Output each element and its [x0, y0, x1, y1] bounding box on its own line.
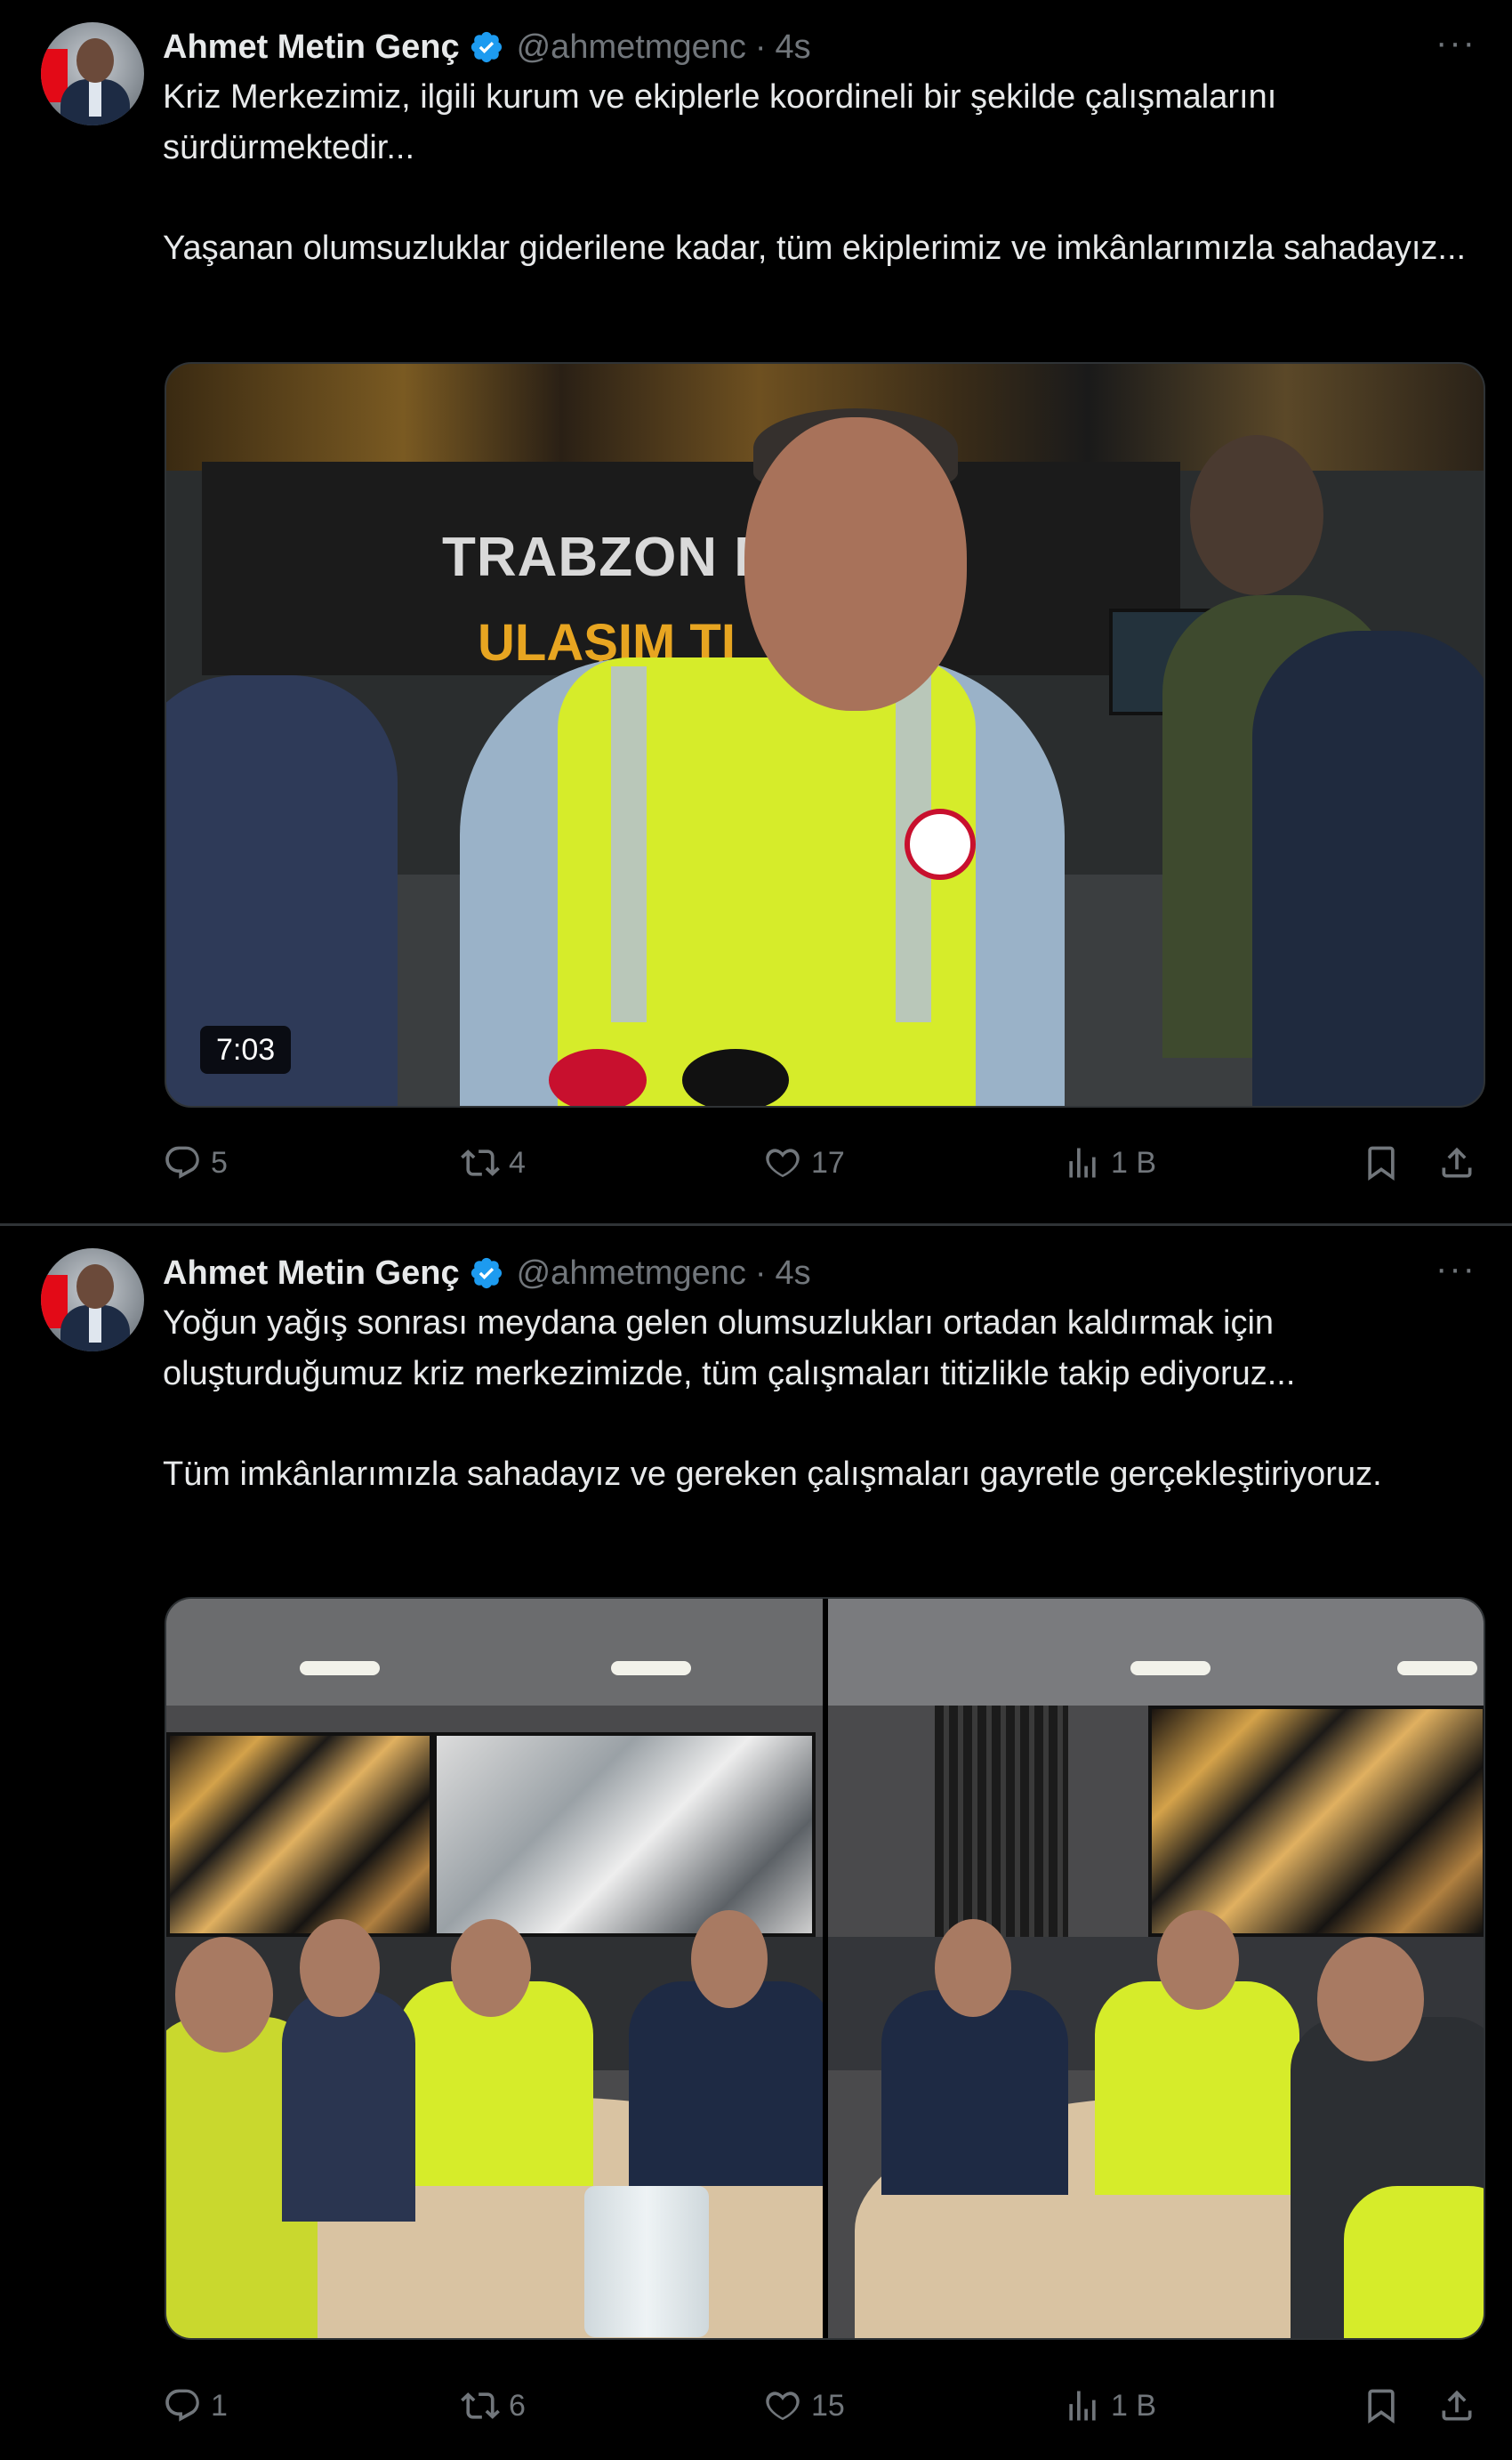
author-name[interactable]: Ahmet Metin Genç	[163, 28, 460, 67]
tweet-header: Ahmet Metin Genç @ahmetmgenc · 4s	[163, 25, 811, 69]
retweet-icon	[461, 1149, 500, 1176]
avatar[interactable]	[41, 1248, 144, 1351]
reply-icon	[165, 2389, 199, 2422]
action-bar: 1 6 15 1 B	[163, 2379, 1488, 2432]
tweet-text-paragraph: Kriz Merkezimiz, ilgili kurum ve ekipler…	[163, 78, 1277, 166]
author-name[interactable]: Ahmet Metin Genç	[163, 1254, 460, 1293]
views-chart-icon	[1069, 1148, 1096, 1178]
like-count: 17	[811, 1145, 845, 1180]
photo[interactable]	[166, 1599, 823, 2338]
retweet-count: 4	[509, 1145, 526, 1180]
action-bar: 5 4 17 1 B	[163, 1136, 1488, 1190]
views-count: 1 B	[1111, 2388, 1157, 2423]
views-chart-icon	[1069, 2391, 1096, 2421]
separator-dot: ·	[754, 28, 767, 66]
like-button[interactable]: 17	[763, 1136, 845, 1190]
retweet-count: 6	[509, 2388, 526, 2423]
author-handle[interactable]: @ahmetmgenc	[517, 1254, 746, 1293]
views-button[interactable]: 1 B	[1063, 2379, 1156, 2432]
retweet-icon	[461, 2392, 500, 2419]
video-duration-badge: 7:03	[200, 1026, 292, 1074]
tweet[interactable]: Ahmet Metin Genç @ahmetmgenc · 4s ··· Kr…	[0, 0, 1512, 1223]
more-options-icon[interactable]: ···	[1432, 25, 1480, 60]
views-count: 1 B	[1111, 1145, 1157, 1180]
views-button[interactable]: 1 B	[1063, 1136, 1156, 1190]
share-icon	[1442, 1147, 1472, 1178]
heart-icon	[766, 1149, 800, 1178]
tweet[interactable]: Ahmet Metin Genç @ahmetmgenc · 4s ··· Yo…	[0, 1226, 1512, 2460]
video-player[interactable]: TRABZON B ŞEH ULAŞIM TI 7:03	[165, 362, 1485, 1108]
bookmark-button[interactable]	[1362, 2379, 1401, 2432]
logo-badge	[905, 809, 976, 880]
tweet-header: Ahmet Metin Genç @ahmetmgenc · 4s	[163, 1251, 811, 1295]
retweet-button[interactable]: 4	[461, 1136, 526, 1190]
tweet-text-paragraph: Yoğun yağış sonrası meydana gelen olumsu…	[163, 1304, 1296, 1392]
photo[interactable]	[827, 1599, 1484, 2338]
bookmark-button[interactable]	[1362, 1136, 1401, 1190]
microphone	[549, 1049, 647, 1106]
share-button[interactable]	[1437, 1136, 1476, 1190]
avatar[interactable]	[41, 22, 144, 125]
timestamp[interactable]: 4s	[776, 1254, 811, 1293]
verified-badge-icon[interactable]	[469, 1255, 504, 1291]
microphone	[682, 1049, 789, 1106]
verified-badge-icon[interactable]	[469, 29, 504, 65]
author-handle[interactable]: @ahmetmgenc	[517, 28, 746, 67]
separator-dot: ·	[754, 1254, 767, 1292]
reply-button[interactable]: 1	[163, 2379, 228, 2432]
photo-grid	[165, 1597, 1485, 2340]
bookmark-icon	[1368, 1146, 1395, 1182]
timestamp[interactable]: 4s	[776, 28, 811, 67]
video-wall-sign: TRABZON B ŞEH ULAŞIM TI	[202, 462, 1180, 675]
share-icon	[1442, 2390, 1472, 2421]
share-button[interactable]	[1437, 2379, 1476, 2432]
more-options-icon[interactable]: ···	[1432, 1251, 1480, 1286]
like-count: 15	[811, 2388, 845, 2423]
reply-count: 5	[211, 1145, 228, 1180]
reply-button[interactable]: 5	[163, 1136, 228, 1190]
bookmark-icon	[1368, 2389, 1395, 2424]
reply-count: 1	[211, 2388, 228, 2423]
retweet-button[interactable]: 6	[461, 2379, 526, 2432]
reply-icon	[165, 1146, 199, 1179]
like-button[interactable]: 15	[763, 2379, 845, 2432]
heart-icon	[766, 2391, 800, 2421]
tweet-text-paragraph: Yaşanan olumsuzluklar giderilene kadar, …	[163, 230, 1467, 267]
tweet-text-paragraph: Tüm imkânlarımızla sahadayız ve gereken …	[163, 1456, 1382, 1493]
